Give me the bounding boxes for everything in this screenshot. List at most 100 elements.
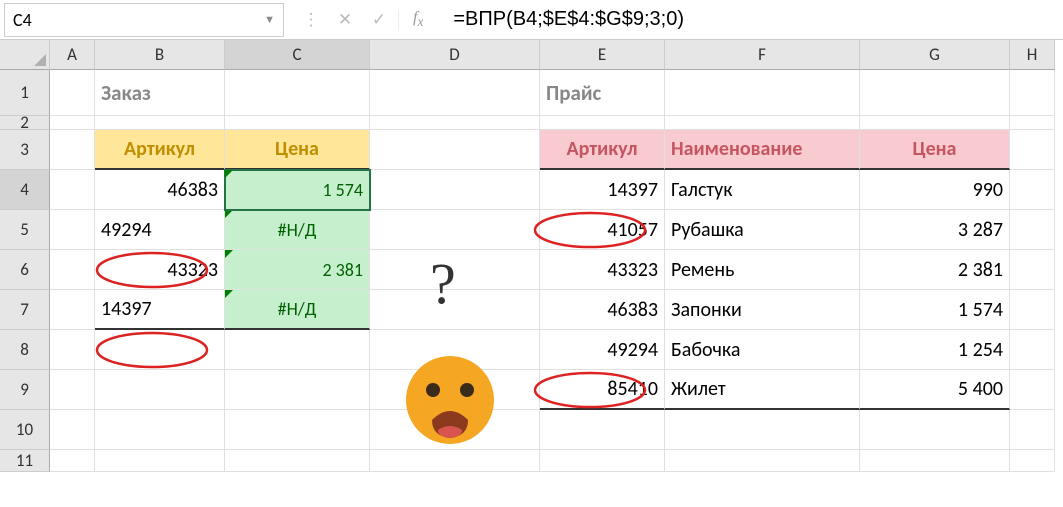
cell-H6[interactable]: [1010, 250, 1055, 290]
cell-A10[interactable]: [50, 410, 95, 450]
cell-H10[interactable]: [1010, 410, 1055, 450]
cell-H4[interactable]: [1010, 170, 1055, 210]
cell-E5[interactable]: 41057: [540, 210, 665, 250]
cell-B9[interactable]: [95, 370, 225, 410]
cell-A7[interactable]: [50, 290, 95, 330]
cell-C8[interactable]: [225, 330, 370, 370]
cell-F5[interactable]: Рубашка: [665, 210, 860, 250]
cell-A6[interactable]: [50, 250, 95, 290]
cell-E11[interactable]: [540, 450, 665, 472]
col-header-E[interactable]: E: [540, 40, 665, 70]
cell-C2[interactable]: [225, 116, 370, 130]
cell-E10[interactable]: [540, 410, 665, 450]
select-all-corner[interactable]: [0, 40, 50, 70]
cell-C5[interactable]: #Н/Д: [225, 210, 370, 250]
cell-D1[interactable]: [370, 70, 540, 116]
row-header-11[interactable]: 11: [0, 450, 50, 472]
cell-A3[interactable]: [50, 130, 95, 170]
col-header-A[interactable]: A: [50, 40, 95, 70]
cell-B7[interactable]: 14397: [95, 290, 225, 330]
cell-A9[interactable]: [50, 370, 95, 410]
cell-B8[interactable]: [95, 330, 225, 370]
check-icon[interactable]: ✓: [364, 5, 394, 35]
cell-G7[interactable]: 1 574: [860, 290, 1010, 330]
cell-C1[interactable]: [225, 70, 370, 116]
cell-F1[interactable]: [665, 70, 860, 116]
fx-icon[interactable]: fx: [398, 9, 437, 30]
cell-H3[interactable]: [1010, 130, 1055, 170]
cell-G8[interactable]: 1 254: [860, 330, 1010, 370]
cell-G2[interactable]: [860, 116, 1010, 130]
cell-C6[interactable]: 2 381: [225, 250, 370, 290]
cell-C7[interactable]: #Н/Д: [225, 290, 370, 330]
cell-E9[interactable]: 85410: [540, 370, 665, 410]
cell-F3[interactable]: Наименование: [665, 130, 860, 170]
row-header-8[interactable]: 8: [0, 330, 50, 370]
cell-D3[interactable]: [370, 130, 540, 170]
cell-E2[interactable]: [540, 116, 665, 130]
cell-B11[interactable]: [95, 450, 225, 472]
row-header-5[interactable]: 5: [0, 210, 50, 250]
cell-F8[interactable]: Бабочка: [665, 330, 860, 370]
cell-H11[interactable]: [1010, 450, 1055, 472]
cell-F9[interactable]: Жилет: [665, 370, 860, 410]
cell-A2[interactable]: [50, 116, 95, 130]
cell-H1[interactable]: [1010, 70, 1055, 116]
cell-C3[interactable]: Цена: [225, 130, 370, 170]
cell-G6[interactable]: 2 381: [860, 250, 1010, 290]
cell-C4[interactable]: 1 574: [225, 170, 370, 210]
col-header-G[interactable]: G: [860, 40, 1010, 70]
cell-B1[interactable]: Заказ: [95, 70, 225, 116]
cell-G1[interactable]: [860, 70, 1010, 116]
cell-H9[interactable]: [1010, 370, 1055, 410]
row-header-1[interactable]: 1: [0, 70, 50, 116]
cell-A1[interactable]: [50, 70, 95, 116]
cell-H5[interactable]: [1010, 210, 1055, 250]
cell-A11[interactable]: [50, 450, 95, 472]
cell-B3[interactable]: Артикул: [95, 130, 225, 170]
cell-G11[interactable]: [860, 450, 1010, 472]
cell-A4[interactable]: [50, 170, 95, 210]
cell-C11[interactable]: [225, 450, 370, 472]
row-header-10[interactable]: 10: [0, 410, 50, 450]
cell-B6[interactable]: 43323: [95, 250, 225, 290]
cell-E3[interactable]: Артикул: [540, 130, 665, 170]
cell-D5[interactable]: [370, 210, 540, 250]
col-header-H[interactable]: H: [1010, 40, 1055, 70]
cell-D4[interactable]: [370, 170, 540, 210]
row-header-4[interactable]: 4: [0, 170, 50, 210]
cell-G4[interactable]: 990: [860, 170, 1010, 210]
col-header-D[interactable]: D: [370, 40, 540, 70]
col-header-B[interactable]: B: [95, 40, 225, 70]
cell-H7[interactable]: [1010, 290, 1055, 330]
row-header-7[interactable]: 7: [0, 290, 50, 330]
cell-D11[interactable]: [370, 450, 540, 472]
cancel-icon[interactable]: ✕: [330, 5, 360, 35]
cell-F4[interactable]: Галстук: [665, 170, 860, 210]
cell-E1[interactable]: Прайс: [540, 70, 665, 116]
formula-input[interactable]: [447, 3, 1061, 37]
cell-B2[interactable]: [95, 116, 225, 130]
chevron-down-icon[interactable]: ▼: [264, 13, 275, 26]
cell-F11[interactable]: [665, 450, 860, 472]
cell-B4[interactable]: 46383: [95, 170, 225, 210]
cell-E7[interactable]: 46383: [540, 290, 665, 330]
cell-G3[interactable]: Цена: [860, 130, 1010, 170]
cell-F2[interactable]: [665, 116, 860, 130]
cell-E6[interactable]: 43323: [540, 250, 665, 290]
cell-A8[interactable]: [50, 330, 95, 370]
cell-H2[interactable]: [1010, 116, 1055, 130]
cell-A5[interactable]: [50, 210, 95, 250]
col-header-C[interactable]: C: [225, 40, 370, 70]
cell-E8[interactable]: 49294: [540, 330, 665, 370]
cell-F10[interactable]: [665, 410, 860, 450]
cell-E4[interactable]: 14397: [540, 170, 665, 210]
row-header-2[interactable]: 2: [0, 116, 50, 130]
cell-C10[interactable]: [225, 410, 370, 450]
cell-B10[interactable]: [95, 410, 225, 450]
cell-C9[interactable]: [225, 370, 370, 410]
row-header-9[interactable]: 9: [0, 370, 50, 410]
cell-F7[interactable]: Запонки: [665, 290, 860, 330]
col-header-F[interactable]: F: [665, 40, 860, 70]
cell-G5[interactable]: 3 287: [860, 210, 1010, 250]
